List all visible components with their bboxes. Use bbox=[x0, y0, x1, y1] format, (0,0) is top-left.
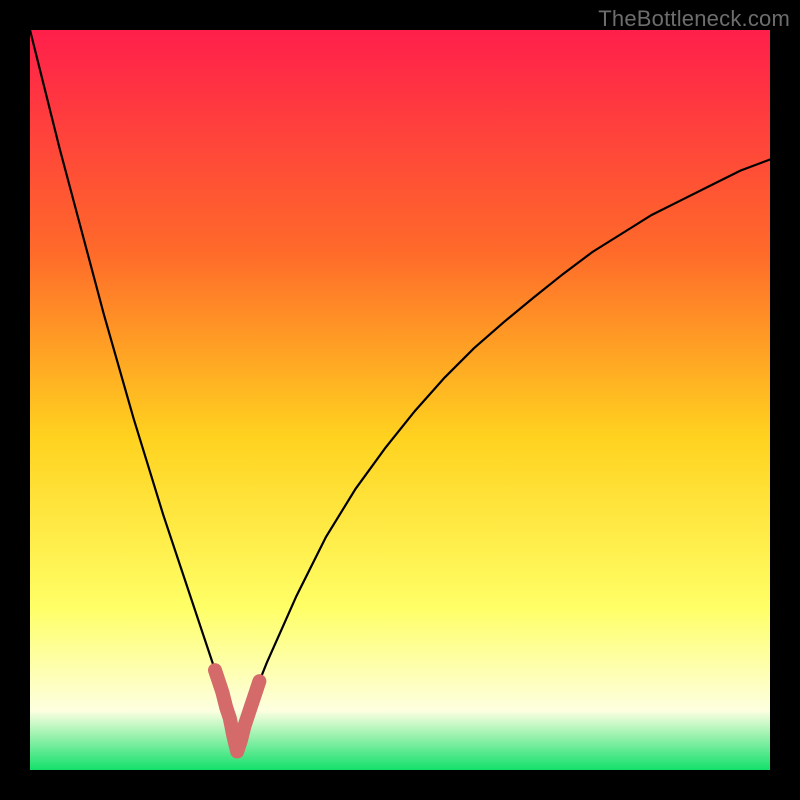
watermark-text: TheBottleneck.com bbox=[598, 6, 790, 32]
chart-background-gradient bbox=[30, 30, 770, 770]
chart-frame bbox=[30, 30, 770, 770]
bottleneck-chart bbox=[30, 30, 770, 770]
